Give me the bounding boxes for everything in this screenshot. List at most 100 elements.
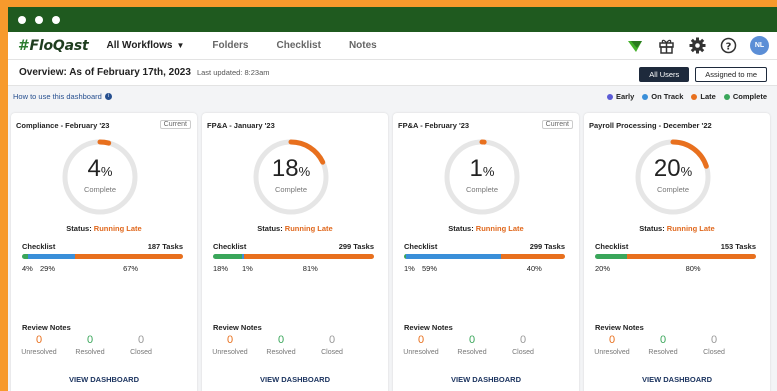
view-dashboard-link[interactable]: VIEW DASHBOARD (584, 375, 770, 384)
status-value: Running Late (93, 224, 142, 233)
review-note-resolved[interactable]: 0 Resolved (65, 334, 115, 356)
status-line: Status: Running Late (257, 224, 333, 233)
checklist-progress-bar (404, 254, 565, 259)
assigned-to-me-button[interactable]: Assigned to me (695, 67, 767, 82)
bar-label-late: 67% (123, 264, 139, 273)
bar-segment-ontrack (405, 254, 501, 259)
task-count: 187 Tasks (147, 242, 183, 251)
nav-notes[interactable]: Notes (349, 40, 377, 51)
chevron-down-icon: ▼ (176, 41, 185, 50)
window-minimize-button[interactable] (35, 15, 43, 24)
nav-checklist[interactable]: Checklist (276, 40, 320, 51)
review-note-closed[interactable]: 0 Closed (116, 334, 166, 356)
review-note-unresolved[interactable]: 0 Unresolved (396, 334, 446, 356)
checklist-progress-bar (213, 254, 374, 259)
review-note-closed[interactable]: 0 Closed (307, 334, 357, 356)
legend-complete: Complete (723, 92, 767, 101)
review-note-resolved[interactable]: 0 Resolved (638, 334, 688, 356)
status-legend: Early On Track Late Complete (606, 92, 767, 101)
review-note-unresolved[interactable]: 0 Unresolved (205, 334, 255, 356)
view-dashboard-link[interactable]: VIEW DASHBOARD (202, 375, 388, 384)
review-notes-label: Review Notes (404, 323, 453, 332)
floqast-logo[interactable]: #FloQast (18, 38, 89, 54)
bar-segment-late (627, 254, 756, 259)
legend-late: Late (691, 92, 716, 101)
review-notes-label: Review Notes (595, 323, 644, 332)
workflow-card[interactable]: FP&A - February '23 Current 1% Complete Stat… (393, 113, 579, 391)
status-value: Running Late (666, 224, 715, 233)
help-icon[interactable]: ? (719, 37, 737, 55)
task-count: 299 Tasks (529, 242, 565, 251)
card-title: FP&A - February '23 (398, 121, 470, 130)
window-maximize-button[interactable] (52, 15, 60, 24)
info-icon: i (104, 93, 112, 101)
card-title: Payroll Processing - December '22 (589, 121, 712, 130)
top-nav: #FloQast All Workflows ▼ Folders Checklis… (8, 32, 777, 60)
last-updated: Last updated: 8:23am (196, 68, 270, 77)
status-line: Status: Running Late (66, 224, 142, 233)
review-notes-label: Review Notes (22, 323, 71, 332)
card-title: FP&A - January '23 (207, 121, 275, 130)
task-count: 153 Tasks (720, 242, 756, 251)
bar-segment-late (75, 254, 183, 259)
bar-segment-complete (213, 254, 242, 259)
review-note-unresolved[interactable]: 0 Unresolved (14, 334, 64, 356)
percent-complete: 1% (469, 155, 495, 182)
window-close-button[interactable] (18, 15, 26, 24)
bar-segment-late (500, 254, 565, 259)
workflow-card[interactable]: Payroll Processing - December '22 20% Comp… (584, 113, 770, 391)
flag-icon[interactable] (626, 37, 644, 55)
checklist-progress-bar (595, 254, 756, 259)
page-title: Overview: As of February 17th, 2023 (19, 67, 191, 78)
checklist-progress-bar (22, 254, 183, 259)
status-value: Running Late (475, 224, 524, 233)
complete-label: Complete (274, 185, 308, 194)
status-line: Status: Running Late (448, 224, 524, 233)
svg-text:?: ? (725, 41, 731, 52)
gift-icon[interactable] (657, 37, 675, 55)
view-dashboard-link[interactable]: VIEW DASHBOARD (11, 375, 197, 384)
checklist-label: Checklist (595, 242, 629, 251)
user-avatar[interactable]: NL (750, 36, 769, 55)
status-line: Status: Running Late (639, 224, 715, 233)
bar-label-late: 80% (685, 264, 701, 273)
complete-label: Complete (465, 185, 499, 194)
nav-folders[interactable]: Folders (212, 40, 248, 51)
status-value: Running Late (284, 224, 333, 233)
workflow-card[interactable]: FP&A - January '23 18% Complete Status: Run… (202, 113, 388, 391)
gear-icon[interactable] (688, 37, 706, 55)
percent-complete: 4% (87, 155, 113, 182)
nav-actions: ? NL (626, 36, 769, 55)
checklist-label: Checklist (213, 242, 247, 251)
bar-segment-ontrack (28, 254, 76, 259)
app-window: #FloQast All Workflows ▼ Folders Checklis… (8, 7, 777, 391)
sub-bar: How to use this dashboard i Early On Trac… (8, 86, 777, 106)
workflow-card[interactable]: Compliance - February '23 Current 4% Comple… (11, 113, 197, 391)
bar-label-complete: 1% (404, 264, 415, 273)
percent-complete: 18% (271, 155, 311, 182)
legend-early: Early (606, 92, 634, 101)
bar-label-ontrack: 1% (241, 264, 253, 273)
all-users-button[interactable]: All Users (639, 67, 690, 82)
legend-dot-on-track (642, 93, 649, 100)
review-note-unresolved[interactable]: 0 Unresolved (587, 334, 637, 356)
review-note-resolved[interactable]: 0 Resolved (447, 334, 497, 356)
bar-label-complete: 20% (595, 264, 611, 273)
checklist-label: Checklist (22, 242, 56, 251)
current-badge: Current (541, 120, 573, 129)
bar-label-ontrack: 59% (422, 264, 438, 273)
nav-all-workflows[interactable]: All Workflows ▼ (107, 40, 185, 51)
bar-label-ontrack: 29% (40, 264, 56, 273)
review-note-resolved[interactable]: 0 Resolved (256, 334, 306, 356)
how-to-link[interactable]: How to use this dashboard i (13, 92, 112, 101)
view-dashboard-link[interactable]: VIEW DASHBOARD (393, 375, 579, 384)
workflow-cards: Compliance - February '23 Current 4% Comple… (8, 113, 777, 391)
review-note-closed[interactable]: 0 Closed (689, 334, 739, 356)
complete-label: Complete (83, 185, 117, 194)
bar-segment-late (243, 254, 374, 259)
bar-segment-complete (595, 254, 628, 259)
review-note-closed[interactable]: 0 Closed (498, 334, 548, 356)
legend-dot-late (691, 93, 698, 100)
checklist-label: Checklist (404, 242, 438, 251)
complete-label: Complete (656, 185, 690, 194)
